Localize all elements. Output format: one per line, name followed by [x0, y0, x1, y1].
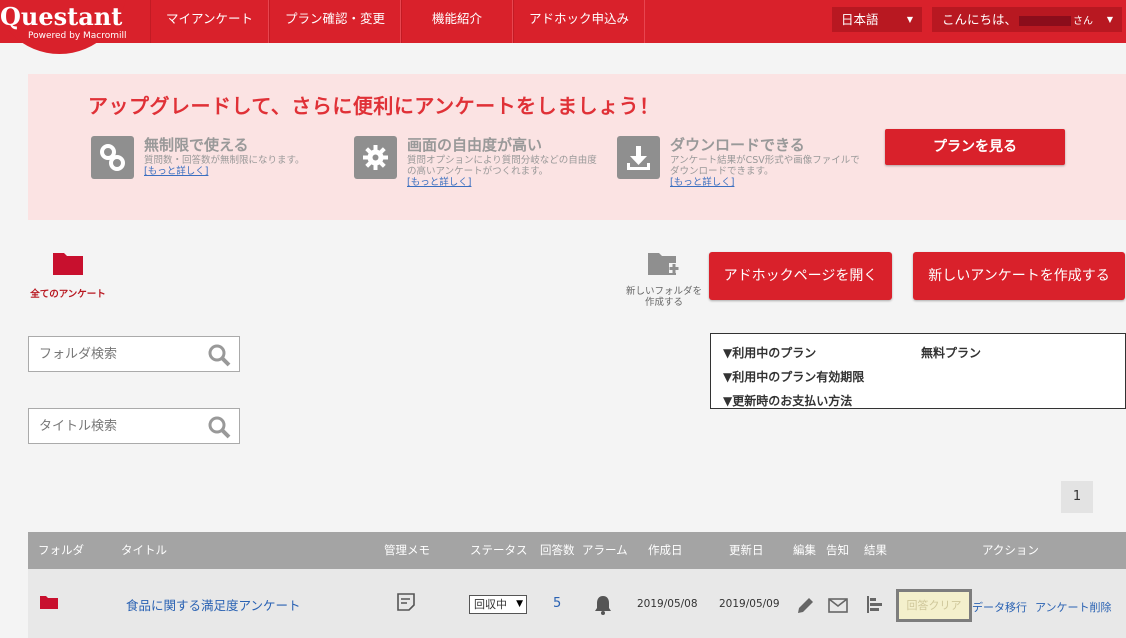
new-folder-label-line1: 新しいフォルダを — [625, 286, 702, 297]
clear-responses-button[interactable]: 回答クリア — [896, 589, 972, 622]
main-nav: マイアンケート プラン確認・変更 機能紹介 アドホック申込み — [150, 0, 646, 43]
col-updated: 更新日 — [729, 543, 764, 557]
survey-table-header: フォルダ タイトル 管理メモ ステータス 回答数 アラーム 作成日 更新日 編集… — [28, 532, 1126, 569]
chevron-down-icon: ▼ — [516, 599, 523, 609]
feature-title: 無制限で使える — [144, 136, 249, 154]
bell-icon[interactable] — [594, 595, 612, 615]
title-search-input[interactable] — [29, 409, 204, 443]
plan-value: 無料プラン — [921, 345, 982, 360]
col-memo: 管理メモ — [384, 543, 430, 557]
search-icon[interactable] — [207, 415, 231, 439]
gear-icon — [354, 136, 397, 179]
folder-icon — [53, 253, 83, 275]
logo-subtitle: Powered by Macromill — [28, 31, 127, 41]
updated-date: 2019/05/09 — [719, 598, 780, 610]
language-value: 日本語 — [841, 12, 879, 27]
more-details-link[interactable]: [もっと詳しく] — [407, 177, 597, 188]
response-count-link[interactable]: 5 — [553, 596, 561, 611]
col-title: タイトル — [121, 543, 167, 557]
feature-desc-text: 質問数・回答数が無制限になります。 — [144, 155, 305, 166]
status-select[interactable]: 回収中 ▼ — [469, 595, 527, 614]
view-plans-button[interactable]: プランを見る — [885, 129, 1065, 165]
table-row: 食品に関する満足度アンケート 回収中 ▼ 5 2019/05/08 2019/0… — [28, 569, 1126, 638]
pencil-icon[interactable] — [796, 596, 815, 615]
upgrade-title: アップグレードして、さらに便利にアンケートをしましょう！ — [88, 94, 660, 118]
upgrade-banner: アップグレードして、さらに便利にアンケートをしましょう！ 無制限で使える 質問数… — [28, 74, 1126, 220]
top-header: Questant Powered by Macromill マイアンケート プラ… — [0, 0, 1126, 54]
delete-survey-link[interactable]: アンケート削除 — [1035, 599, 1112, 615]
nav-adhoc[interactable]: アドホック申込み — [513, 0, 646, 43]
new-folder-button[interactable]: 新しいフォルダを 作成する — [620, 250, 708, 308]
more-details-link[interactable]: [もっと詳しく] — [144, 166, 334, 177]
folder-search — [28, 336, 240, 372]
greeting-suffix: さん — [1073, 16, 1094, 27]
user-menu[interactable]: こんにちは、 さん ▼ — [932, 7, 1122, 32]
col-responses: 回答数 — [540, 543, 575, 557]
all-surveys-folder[interactable]: 全てのアンケート — [26, 250, 110, 300]
feature-desc: アンケート結果がCSV形式や画像ファイルでダウンロードできます。 [もっと詳しく… — [670, 155, 860, 188]
col-results: 結果 — [864, 543, 887, 557]
logo-text: Questant — [0, 2, 123, 31]
feature-desc: 質問オプションにより質問分岐などの自由度の高いアンケートがつくれます。 [もっと… — [407, 155, 597, 188]
more-details-link[interactable]: [もっと詳しく] — [670, 177, 860, 188]
new-folder-label-line2: 作成する — [644, 297, 683, 308]
col-notify: 告知 — [826, 543, 849, 557]
chevron-down-icon: ▼ — [906, 15, 913, 24]
status-value: 回収中 — [474, 598, 507, 611]
bar-chart-icon[interactable] — [866, 595, 885, 614]
logo[interactable]: Questant Powered by Macromill — [0, 0, 127, 54]
mail-icon[interactable] — [828, 598, 848, 613]
plan-row-current: ▼利用中のプラン 無料プラン — [723, 340, 1113, 364]
feature-desc-text: アンケート結果がCSV形式や画像ファイルでダウンロードできます。 — [670, 155, 860, 177]
plan-key: ▼利用中のプラン有効期限 — [723, 369, 865, 384]
plan-row-expiry: ▼利用中のプラン有効期限 — [723, 364, 1113, 388]
page-number[interactable]: 1 — [1061, 481, 1093, 513]
nav-my-surveys[interactable]: マイアンケート — [150, 0, 270, 43]
open-adhoc-button[interactable]: アドホックページを開く — [709, 252, 892, 300]
col-status: ステータス — [470, 543, 528, 557]
new-folder-label: 新しいフォルダを 作成する — [620, 286, 708, 308]
plan-key: ▼利用中のプラン — [723, 345, 817, 360]
nav-features[interactable]: 機能紹介 — [401, 0, 514, 43]
feature-title: 画面の自由度が高い — [407, 136, 543, 154]
feature-title: ダウンロードできる — [670, 136, 805, 154]
plan-info-box: ▼利用中のプラン 無料プラン ▼利用中のプラン有効期限 ▼更新時のお支払い方法 — [710, 333, 1126, 409]
create-survey-button[interactable]: 新しいアンケートを作成する — [913, 252, 1125, 300]
search-icon[interactable] — [207, 343, 231, 367]
all-surveys-label: 全てのアンケート — [30, 289, 106, 300]
download-icon — [617, 136, 660, 179]
survey-title-link[interactable]: 食品に関する満足度アンケート — [126, 595, 301, 614]
folder-add-icon — [648, 253, 679, 275]
folder-icon[interactable] — [40, 595, 58, 609]
col-alarm: アラーム — [582, 543, 628, 557]
plan-key: ▼更新時のお支払い方法 — [723, 393, 853, 408]
folder-search-input[interactable] — [29, 337, 204, 371]
greeting-prefix: こんにちは、 — [942, 12, 1018, 27]
col-created: 作成日 — [648, 543, 683, 557]
data-migration-link[interactable]: データ移行 — [972, 599, 1027, 615]
title-search — [28, 408, 240, 444]
redacted-username — [1019, 15, 1072, 26]
created-date: 2019/05/08 — [637, 598, 698, 610]
col-edit: 編集 — [793, 543, 816, 557]
plan-row-payment: ▼更新時のお支払い方法 — [723, 388, 1113, 412]
nav-plan[interactable]: プラン確認・変更 — [269, 0, 402, 43]
chevron-down-icon: ▼ — [1106, 15, 1113, 24]
link-icon — [91, 136, 134, 179]
language-select[interactable]: 日本語 ▼ — [832, 7, 922, 32]
memo-icon[interactable] — [396, 592, 416, 612]
col-actions: アクション — [982, 543, 1039, 557]
feature-desc: 質問数・回答数が無制限になります。 [もっと詳しく] — [144, 155, 334, 177]
feature-desc-text: 質問オプションにより質問分岐などの自由度の高いアンケートがつくれます。 — [407, 155, 597, 177]
col-folder: フォルダ — [38, 543, 84, 557]
